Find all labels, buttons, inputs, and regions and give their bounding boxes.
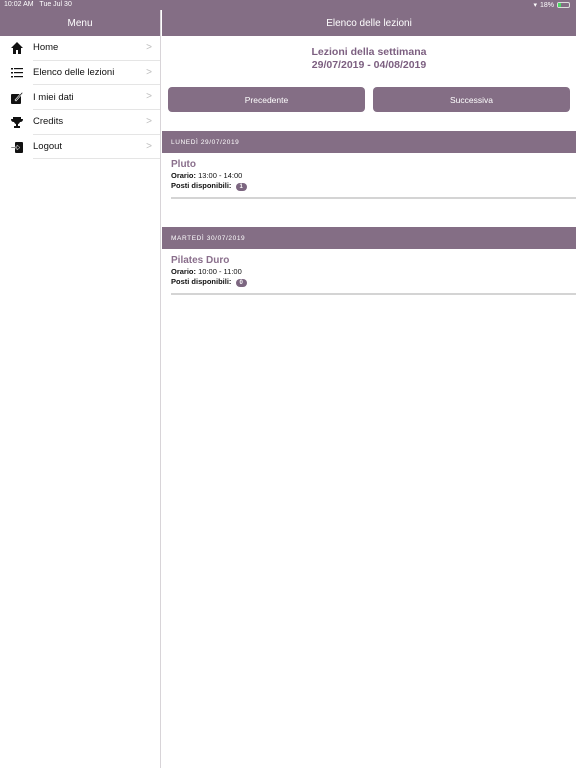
seats-badge: 0 — [235, 279, 247, 287]
week-range: 29/07/2019 - 04/08/2019 — [311, 59, 427, 71]
sidebar-item-lessons[interactable]: Elenco delle lezioni > — [0, 61, 160, 86]
lesson-seats: Posti disponibili: 1 — [171, 181, 576, 191]
chevron-right-icon: > — [146, 66, 152, 78]
previous-week-button[interactable]: Precedente — [168, 87, 365, 112]
trophy-icon — [0, 116, 33, 128]
home-icon — [0, 42, 33, 55]
status-time: 10:02 AM Tue Jul 30 — [4, 1, 72, 8]
lesson-time: Orario: 10:00 - 11:00 — [171, 267, 242, 276]
lesson-item[interactable]: Pilates Duro Orario: 10:00 - 11:00 Posti… — [162, 249, 576, 295]
next-week-button[interactable]: Successiva — [373, 87, 570, 112]
wifi-icon: ▾ — [533, 2, 537, 9]
week-navigation: Precedente Successiva — [162, 87, 576, 112]
day-header: LUNEDÌ 29/07/2019 — [162, 131, 576, 153]
divider — [171, 293, 576, 295]
seats-badge: 1 — [235, 183, 247, 191]
sidebar: Menu Home > Elenco delle lezioni > I mie… — [0, 0, 161, 768]
sidebar-item-label: Credits — [33, 110, 160, 135]
sidebar-item-label: Home — [33, 36, 160, 61]
chevron-right-icon: > — [146, 91, 152, 103]
sidebar-item-credits[interactable]: Credits > — [0, 110, 160, 135]
lesson-time: Orario: 13:00 - 14:00 — [171, 171, 243, 180]
lesson-name: Pluto — [171, 159, 196, 170]
edit-icon — [0, 91, 33, 104]
lesson-name: Pilates Duro — [171, 255, 230, 266]
day-section: LUNEDÌ 29/07/2019 Pluto Orario: 13:00 - … — [162, 131, 576, 199]
divider — [171, 197, 576, 199]
battery-icon — [557, 2, 570, 8]
day-section: MARTEDÌ 30/07/2019 Pilates Duro Orario: … — [162, 227, 576, 295]
week-title: Lezioni della settimana 29/07/2019 - 04/… — [162, 46, 576, 72]
chevron-right-icon: > — [146, 42, 152, 53]
battery-percent: 18% — [539, 1, 554, 9]
main-content: Elenco delle lezioni Lezioni della setti… — [162, 0, 576, 768]
sidebar-item-label: Logout — [33, 135, 160, 160]
chevron-right-icon: > — [146, 116, 152, 128]
logout-icon — [0, 141, 33, 153]
sidebar-item-home[interactable]: Home > — [0, 36, 160, 61]
week-label: Lezioni della settimana — [311, 46, 427, 58]
chevron-right-icon: > — [146, 140, 152, 152]
lesson-item[interactable]: Pluto Orario: 13:00 - 14:00 Posti dispon… — [162, 153, 576, 199]
list-icon — [0, 68, 33, 78]
status-bar: 10:02 AM Tue Jul 30 ▾ 18% — [0, 0, 576, 10]
day-header: MARTEDÌ 30/07/2019 — [162, 227, 576, 249]
sidebar-item-label: I miei dati — [33, 85, 160, 111]
sidebar-item-logout[interactable]: Logout > — [0, 135, 160, 160]
sidebar-item-label: Elenco delle lezioni — [33, 61, 160, 86]
lesson-seats: Posti disponibili: 0 — [171, 277, 576, 287]
sidebar-item-my-data[interactable]: I miei dati > — [0, 85, 160, 111]
